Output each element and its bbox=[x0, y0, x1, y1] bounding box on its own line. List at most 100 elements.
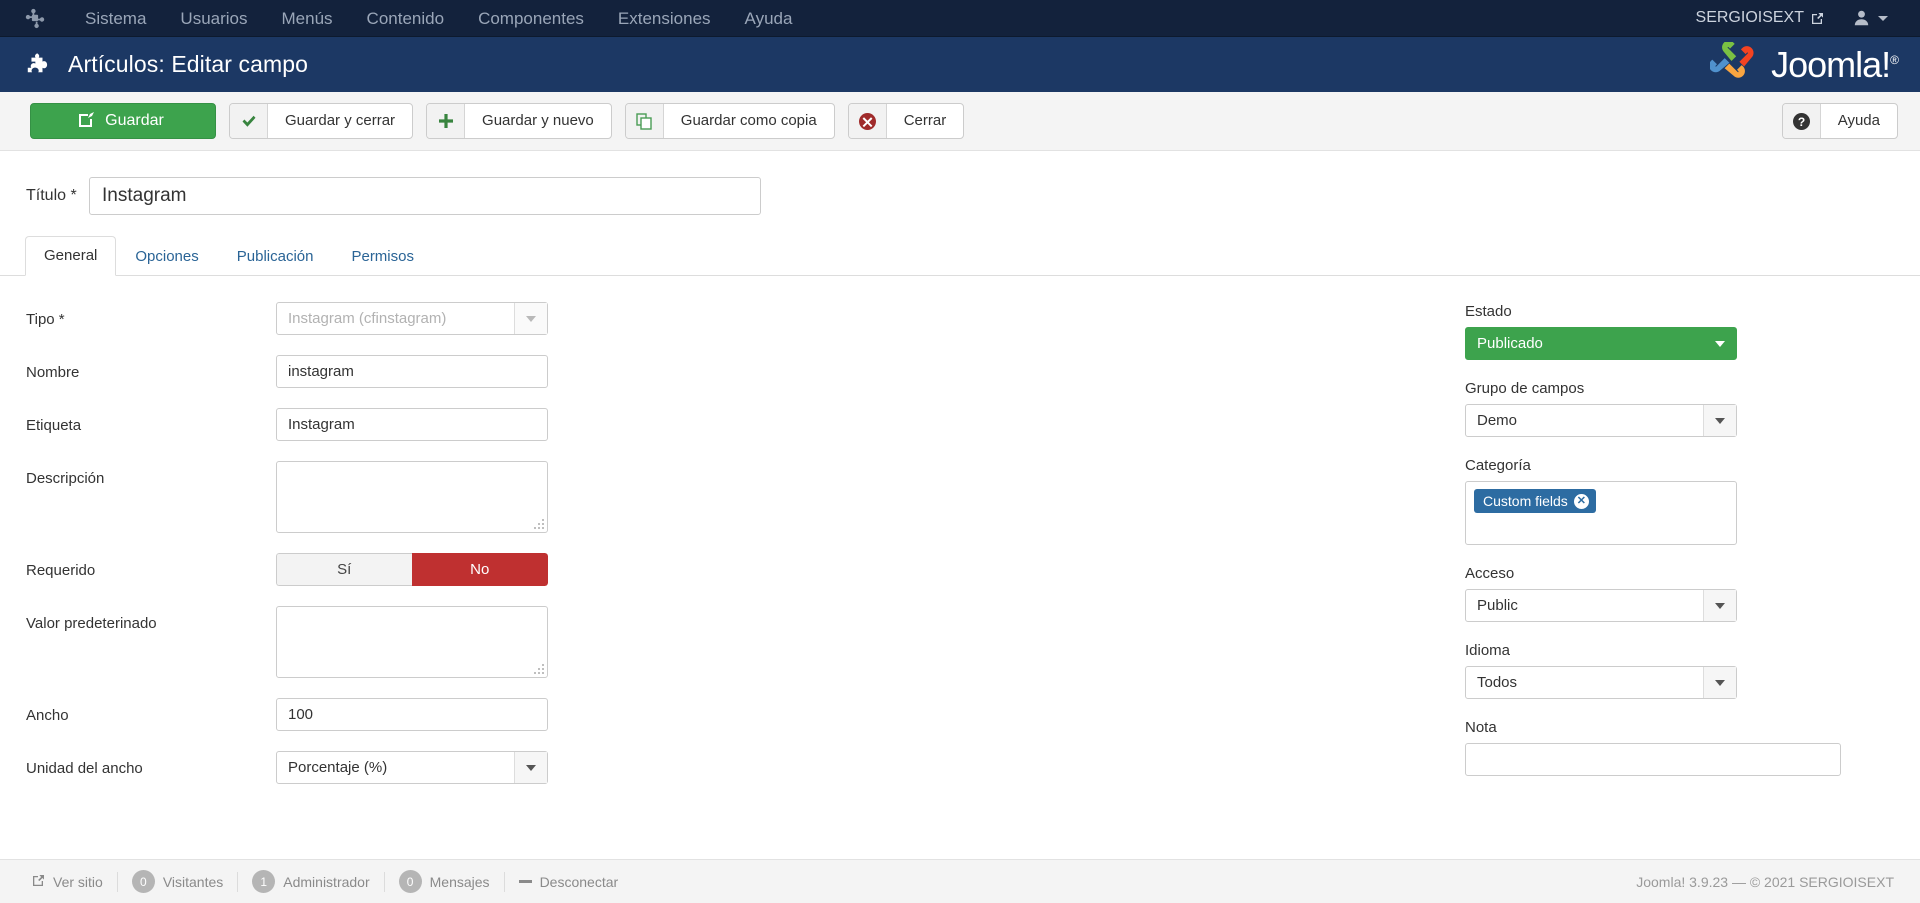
acceso-label: Acceso bbox=[1465, 565, 1515, 582]
messages-label: Mensajes bbox=[429, 873, 490, 890]
field-nota: Nota bbox=[1465, 718, 1900, 776]
nav-item-extensiones[interactable]: Extensiones bbox=[601, 0, 728, 37]
idioma-select-value: Todos bbox=[1477, 674, 1518, 691]
acceso-select[interactable]: Public bbox=[1465, 589, 1737, 622]
help-button[interactable]: ? Ayuda bbox=[1781, 103, 1898, 139]
tab-permisos[interactable]: Permisos bbox=[332, 237, 433, 276]
tipo-select: Instagram (cfinstagram) bbox=[276, 302, 548, 335]
visitors-status[interactable]: 0 Visitantes bbox=[118, 870, 237, 893]
tab-opciones[interactable]: Opciones bbox=[116, 237, 217, 276]
admin-status[interactable]: 1 Administrador bbox=[238, 870, 383, 893]
field-idioma: Idioma Todos bbox=[1465, 641, 1900, 699]
chevron-down-icon bbox=[1703, 405, 1736, 436]
chevron-down-icon bbox=[1703, 590, 1736, 621]
question-circle-icon: ? bbox=[1782, 104, 1821, 138]
grupo-campos-label: Grupo de campos bbox=[1465, 380, 1585, 397]
copy-icon bbox=[625, 104, 664, 138]
page-title: Artículos: Editar campo bbox=[68, 51, 309, 77]
page-header: Artículos: Editar campo Joomla!® bbox=[0, 37, 1920, 92]
save-close-button[interactable]: Guardar y cerrar bbox=[229, 103, 414, 139]
messages-status[interactable]: 0 Mensajes bbox=[385, 870, 504, 893]
admin-label: Administrador bbox=[283, 873, 370, 890]
save-copy-button-label: Guardar como copia bbox=[680, 112, 817, 129]
requerido-toggle[interactable]: Sí No bbox=[276, 553, 548, 586]
tipo-label: Tipo * bbox=[26, 311, 65, 328]
requerido-label: Requerido bbox=[26, 562, 96, 579]
descripcion-label: Descripción bbox=[26, 470, 105, 487]
chevron-down-icon bbox=[514, 752, 547, 783]
valor-predeterminado-textarea[interactable] bbox=[276, 606, 548, 678]
title-input[interactable] bbox=[89, 177, 761, 215]
nav-item-usuarios[interactable]: Usuarios bbox=[163, 0, 264, 37]
grupo-campos-select[interactable]: Demo bbox=[1465, 404, 1737, 437]
categoria-chip[interactable]: Custom fields ✕ bbox=[1474, 489, 1596, 513]
etiqueta-input[interactable] bbox=[276, 408, 548, 441]
joomla-mark-icon[interactable] bbox=[18, 0, 52, 37]
content-area: Título * General Opciones Publicación Pe… bbox=[0, 151, 1920, 896]
requerido-option-si[interactable]: Sí bbox=[276, 553, 412, 586]
save-close-button-label: Guardar y cerrar bbox=[285, 112, 396, 129]
ancho-input[interactable] bbox=[276, 698, 548, 731]
categoria-chip-container[interactable]: Custom fields ✕ bbox=[1465, 481, 1737, 545]
field-row-nombre: Nombre bbox=[26, 355, 1465, 388]
nota-label: Nota bbox=[1465, 719, 1497, 736]
unidad-ancho-select[interactable]: Porcentaje (%) bbox=[276, 751, 548, 784]
toolbar: Guardar Guardar y cerrar Guardar y nuevo bbox=[0, 92, 1920, 151]
requerido-option-no[interactable]: No bbox=[411, 553, 548, 586]
nav-item-sistema[interactable]: Sistema bbox=[68, 0, 163, 37]
form-area: Tipo * Instagram (cfinstagram) Nombre in… bbox=[0, 276, 1920, 804]
circle-x-icon bbox=[848, 104, 887, 138]
toolbar-right: ? Ayuda bbox=[1781, 103, 1898, 139]
chip-remove-icon[interactable]: ✕ bbox=[1573, 493, 1589, 509]
chevron-down-icon bbox=[1878, 15, 1888, 21]
save-button[interactable]: Guardar bbox=[30, 103, 216, 139]
site-name-link[interactable]: SERGIOISEXT bbox=[1682, 1, 1838, 35]
plus-icon bbox=[427, 104, 466, 138]
descripcion-textarea[interactable] bbox=[276, 461, 548, 533]
nav-item-contenido[interactable]: Contenido bbox=[350, 0, 462, 37]
field-row-tipo: Tipo * Instagram (cfinstagram) bbox=[26, 302, 1465, 335]
save-new-button[interactable]: Guardar y nuevo bbox=[426, 103, 612, 139]
nota-input[interactable] bbox=[1465, 743, 1841, 776]
save-new-button-label: Guardar y nuevo bbox=[482, 112, 594, 129]
joomla-logo-registered: ® bbox=[1890, 52, 1899, 67]
logout-label: Desconectar bbox=[539, 873, 619, 890]
idioma-label: Idioma bbox=[1465, 642, 1511, 659]
unidad-ancho-label: Unidad del ancho bbox=[26, 760, 143, 777]
estado-select-value: Publicado bbox=[1477, 335, 1543, 352]
acceso-select-value: Public bbox=[1477, 597, 1518, 614]
joomla-logo-text: Joomla!® bbox=[1771, 43, 1899, 85]
help-button-label: Ayuda bbox=[1837, 112, 1880, 129]
save-copy-button[interactable]: Guardar como copia bbox=[624, 103, 835, 139]
tab-bar: General Opciones Publicación Permisos bbox=[0, 236, 1920, 276]
joomla-logo-word: Joomla! bbox=[1771, 43, 1891, 85]
tab-general[interactable]: General bbox=[25, 236, 117, 276]
user-menu-button[interactable] bbox=[1838, 2, 1898, 34]
nav-item-componentes[interactable]: Componentes bbox=[461, 0, 601, 37]
form-left-column: Tipo * Instagram (cfinstagram) Nombre in… bbox=[0, 302, 1465, 804]
save-button-label: Guardar bbox=[105, 112, 164, 129]
logout-link[interactable]: Desconectar bbox=[505, 874, 633, 890]
title-field-label: Título * bbox=[26, 187, 77, 204]
field-row-requerido: Requerido Sí No bbox=[26, 553, 1465, 586]
nav-item-menus[interactable]: Menús bbox=[265, 0, 350, 37]
check-icon bbox=[230, 104, 268, 138]
close-button[interactable]: Cerrar bbox=[847, 103, 965, 139]
tab-publicacion[interactable]: Publicación bbox=[218, 237, 333, 276]
estado-select[interactable]: Publicado bbox=[1465, 327, 1737, 360]
ancho-label: Ancho bbox=[26, 707, 69, 724]
top-bar-right: SERGIOISEXT bbox=[1682, 1, 1920, 35]
messages-badge: 0 bbox=[398, 870, 422, 893]
minus-icon bbox=[518, 880, 532, 883]
title-field-row: Título * bbox=[0, 151, 1920, 215]
field-row-descripcion: Descripción bbox=[26, 461, 1465, 533]
joomla-logo: Joomla!® bbox=[1710, 41, 1899, 88]
view-site-link[interactable]: Ver sitio bbox=[18, 874, 117, 890]
nombre-input[interactable] bbox=[276, 355, 548, 388]
field-row-unidad-ancho: Unidad del ancho Porcentaje (%) bbox=[26, 751, 1465, 784]
visitors-label: Visitantes bbox=[162, 873, 224, 890]
nav-item-ayuda[interactable]: Ayuda bbox=[728, 0, 810, 37]
form-right-column: Estado Publicado Grupo de campos Demo Ca… bbox=[1465, 302, 1920, 804]
field-row-valor-predeterminado: Valor predeterinado bbox=[26, 606, 1465, 678]
idioma-select[interactable]: Todos bbox=[1465, 666, 1737, 699]
